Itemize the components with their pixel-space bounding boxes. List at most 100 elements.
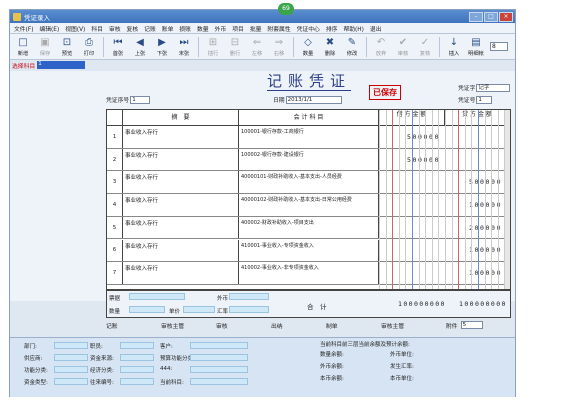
foreign-input[interactable] — [229, 293, 269, 300]
info-input[interactable] — [54, 342, 88, 349]
menu-item[interactable]: 凭证中心 — [297, 24, 320, 33]
summary-cell[interactable]: 事业收入存行 — [123, 216, 239, 239]
toolbar-button[interactable]: ⎙ 打印 — [79, 37, 99, 57]
toolbar-icon: ✔ — [398, 37, 408, 48]
menu-item[interactable]: 数量 — [197, 24, 209, 33]
rate-input[interactable] — [229, 306, 269, 313]
toolbar-label: 复核 — [419, 51, 431, 57]
info-input[interactable] — [190, 366, 248, 373]
account-cell[interactable]: 100002-银行存款-建设银行 — [239, 148, 379, 171]
toolbar-button[interactable]: ✔ 审核 — [393, 37, 413, 57]
menu-item[interactable]: 批量 — [250, 24, 262, 33]
maximize-icon[interactable]: □ — [484, 11, 498, 22]
menu-item[interactable]: 项目 — [232, 24, 244, 33]
summary-cell[interactable]: 事业收入存行 — [123, 148, 239, 171]
toolbar-button[interactable]: ▣ 保存 — [35, 37, 55, 57]
info-input[interactable] — [120, 342, 154, 349]
toolbar-button[interactable]: ✎ 修改 — [342, 37, 362, 57]
voucher-type-select[interactable]: 记字 — [476, 83, 511, 92]
voucher-no-input[interactable]: 1 — [476, 95, 493, 104]
row-number: 4 — [107, 194, 123, 216]
toolbar-button[interactable]: ↓ 插入 — [444, 37, 464, 57]
date-input[interactable]: 2013/1/1 — [285, 95, 342, 104]
info-input[interactable] — [120, 366, 154, 373]
toolbar-label: 修改 — [346, 51, 358, 57]
toolbar-button[interactable]: ⏭ 末张 — [174, 37, 194, 57]
table-row[interactable]: 6事业收入存行410001-事业收入-专项资金收入100000 — [107, 239, 510, 263]
summary-cell[interactable]: 事业收入存行 — [123, 239, 239, 262]
toolbar-icon: ⏮ — [113, 37, 123, 48]
menu-item[interactable]: 文件(F) — [14, 24, 33, 33]
toolbar-button[interactable]: ⇒ 右移 — [269, 37, 289, 57]
table-row[interactable]: 2 事业收入存行 100002-银行存款-建设银行 500000 — [107, 148, 510, 172]
toolbar-button[interactable]: ▤ 明细帐 — [466, 37, 486, 57]
toolbar-button[interactable]: ✓ 复核 — [415, 37, 435, 57]
filter-select[interactable]: 1 — [37, 61, 86, 69]
info-label: 客户: — [160, 344, 173, 350]
menu-item[interactable]: 帮助(H) — [343, 24, 363, 33]
table-row[interactable]: 4事业收入存行40000102-财政补助收入-基本支出-日常公用经费100000 — [107, 194, 510, 217]
toolbar-button[interactable]: ▶ 下张 — [152, 37, 172, 57]
total-label: 合 计 — [307, 303, 327, 311]
account-cell[interactable]: 410002-事业收入-非专项资金收入 — [239, 262, 379, 284]
menu-item[interactable]: 科目 — [91, 24, 103, 33]
toolbar-button[interactable]: ⊟ 删行 — [225, 37, 245, 57]
table-row[interactable]: 5事业收入存行400002-财政补助收入-项目支出200000 — [107, 216, 510, 240]
info-input[interactable] — [54, 366, 88, 373]
summary-cell[interactable]: 事业收入存行 — [123, 171, 239, 194]
menu-item[interactable]: 损账 — [179, 24, 191, 33]
table-row[interactable]: 3事业收入存行40000101-财政补助收入-基本支出-人员经费500000 — [107, 171, 510, 195]
info-input[interactable] — [190, 342, 248, 349]
entry-no-input[interactable]: 1 — [130, 95, 151, 104]
summary-cell[interactable]: 事业收入存行 — [123, 262, 239, 284]
table-row[interactable]: 7事业收入存行410002-事业收入-非专项资金收入100000 — [107, 262, 510, 285]
toolbar-button[interactable]: ◀ 上张 — [130, 37, 150, 57]
settle-input[interactable] — [129, 293, 185, 300]
price-input[interactable] — [183, 306, 215, 313]
toolbar-button[interactable]: ⊡ 预览 — [57, 37, 77, 57]
balance-label: 外币单位: — [390, 352, 414, 358]
attachment-input[interactable]: 5 — [460, 321, 483, 329]
account-cell[interactable]: 100001-银行存款-工商银行 — [239, 126, 379, 148]
toolbar-icon: ✓ — [420, 37, 430, 48]
toolbar-button[interactable]: ↶ 放弃 — [371, 37, 391, 57]
menu-item[interactable]: 审核 — [109, 24, 121, 33]
toolbar-select[interactable]: 8 — [490, 42, 508, 51]
info-input[interactable] — [190, 354, 248, 361]
account-cell[interactable]: 400002-财政补助收入-项目支出 — [239, 216, 379, 239]
menu-item[interactable]: 附套属性 — [267, 24, 290, 33]
summary-cell[interactable]: 事业收入存行 — [123, 126, 239, 148]
menu-item[interactable]: 复核 — [127, 24, 139, 33]
info-input[interactable] — [120, 378, 154, 385]
menu-item[interactable]: 视图(V) — [65, 24, 85, 33]
account-cell[interactable]: 40000102-财政补助收入-基本支出-日常公用经费 — [239, 194, 379, 216]
account-cell[interactable]: 40000101-财政补助收入-基本支出-人员经费 — [239, 171, 379, 194]
close-icon[interactable]: × — [499, 11, 513, 22]
quantity-input[interactable] — [129, 306, 165, 313]
info-input[interactable] — [54, 354, 88, 361]
menu-item[interactable]: 外币 — [215, 24, 227, 33]
toolbar-button[interactable]: ⊞ 插行 — [203, 37, 223, 57]
minimize-icon[interactable]: – — [469, 11, 483, 22]
menu-item[interactable]: 排序 — [326, 24, 338, 33]
toolbar-separator — [198, 37, 199, 57]
info-input[interactable] — [120, 354, 154, 361]
menu-item[interactable]: 退出 — [370, 24, 382, 33]
menu-item[interactable]: 记账 — [144, 24, 156, 33]
toolbar-button[interactable]: □ 新增 — [13, 37, 33, 57]
digit-divider — [478, 110, 479, 289]
summary-cell[interactable]: 事业收入存行 — [123, 194, 239, 216]
toolbar-label: 末张 — [178, 51, 190, 57]
info-input[interactable] — [190, 378, 248, 385]
menu-item[interactable]: 账单 — [162, 24, 174, 33]
toolbar-button[interactable]: ✖ 删除 — [320, 37, 340, 57]
info-input[interactable] — [54, 378, 88, 385]
account-cell[interactable]: 410001-事业收入-专项资金收入 — [239, 239, 379, 262]
row-number: 6 — [107, 239, 123, 262]
toolbar-button[interactable]: ⏮ 首张 — [108, 37, 128, 57]
toolbar-button[interactable]: ◇ 数量 — [298, 37, 318, 57]
attachment-label: 附件 — [446, 324, 458, 330]
toolbar-button[interactable]: ⇐ 左移 — [247, 37, 267, 57]
table-row[interactable]: 1 事业收入存行 100001-银行存款-工商银行 500000 — [107, 126, 510, 149]
menu-item[interactable]: 编辑(E) — [39, 24, 59, 33]
